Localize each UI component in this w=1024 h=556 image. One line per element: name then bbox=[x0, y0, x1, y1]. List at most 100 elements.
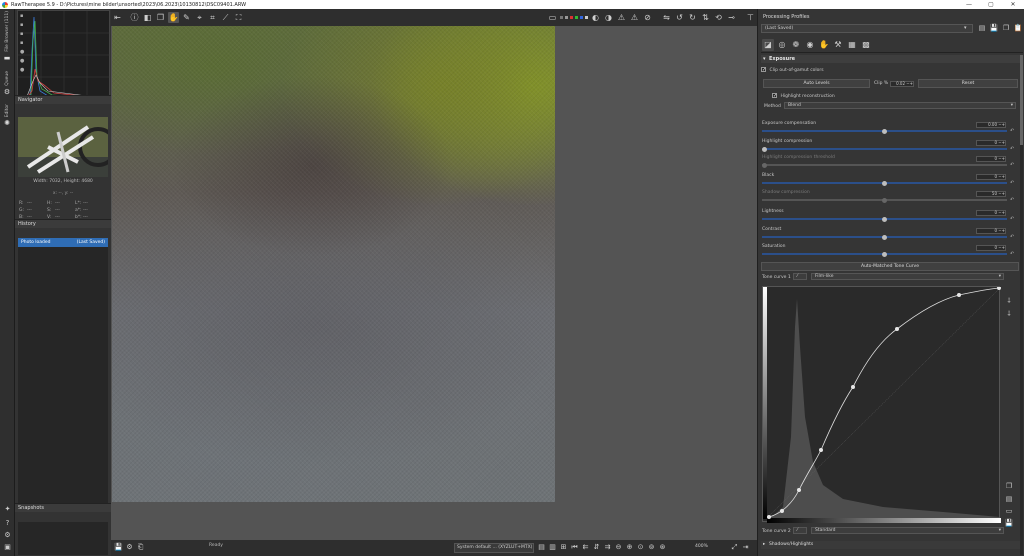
contrast-slider-knob[interactable] bbox=[882, 234, 887, 240]
histogram-luminance-toggle-icon[interactable]: ▪ bbox=[20, 40, 24, 46]
rotate-right-icon[interactable]: ↻ bbox=[687, 12, 698, 23]
hide-right-panel-icon[interactable]: ⇥ bbox=[741, 542, 751, 553]
tab-color-icon[interactable]: ❁ bbox=[790, 39, 802, 51]
tab-local-icon[interactable]: ✋ bbox=[818, 39, 830, 51]
fullscreen-icon[interactable]: ▣ bbox=[3, 543, 12, 552]
previous-image-icon[interactable]: ⇇ bbox=[581, 542, 591, 553]
lightness-slider-knob[interactable] bbox=[882, 216, 887, 222]
tone-curve-2-shape-combo[interactable]: ⁄ bbox=[793, 527, 807, 534]
histogram-green-toggle-icon[interactable]: ▪ bbox=[20, 22, 24, 28]
right-panel-scrollbar[interactable] bbox=[1020, 55, 1023, 555]
saturation-slider[interactable] bbox=[762, 251, 1007, 257]
saturation-input[interactable]: 0 bbox=[976, 245, 1006, 251]
curve-copy-icon[interactable]: ❐ bbox=[1004, 481, 1014, 491]
gamut-check-icon[interactable]: ⊘ bbox=[642, 12, 653, 23]
histogram-blue-toggle-icon[interactable]: ▪ bbox=[20, 31, 24, 37]
reset-button[interactable]: Reset bbox=[918, 79, 1018, 88]
highlight-compression-reset-icon[interactable]: ↶ bbox=[1010, 146, 1014, 152]
sync-image-icon[interactable]: ⇵ bbox=[592, 542, 602, 553]
first-image-icon[interactable]: ⏮ bbox=[570, 542, 580, 553]
black-reset-icon[interactable]: ↶ bbox=[1010, 180, 1014, 186]
zoom-out-icon[interactable]: ⊖ bbox=[614, 542, 624, 553]
exposure-section-header[interactable]: Exposure bbox=[761, 55, 1020, 63]
curve-paste-icon[interactable]: ▤ bbox=[1004, 494, 1014, 504]
preview-gray-swatch[interactable] bbox=[560, 16, 563, 19]
exposure-compensation-slider-knob[interactable] bbox=[882, 128, 887, 134]
clip-gamut-checkbox[interactable] bbox=[761, 66, 766, 75]
zoom-fit-crop-icon[interactable]: ⊛ bbox=[658, 542, 668, 553]
highlight-compression-threshold-reset-icon[interactable]: ↶ bbox=[1010, 162, 1014, 168]
highlight-recon-row[interactable]: Highlight reconstruction bbox=[772, 92, 1024, 101]
preview-green-swatch[interactable] bbox=[575, 16, 578, 19]
preferences-icon[interactable]: ⚙ bbox=[3, 531, 12, 540]
crop-tool-icon[interactable]: ⌗ bbox=[207, 12, 218, 23]
open-in-external-editor-icon[interactable]: ⎗ bbox=[136, 542, 146, 553]
new-detail-window-icon[interactable]: ⤢ bbox=[730, 542, 740, 553]
minimize-button[interactable]: — bbox=[958, 0, 980, 9]
method-combo[interactable]: Blend ▾ bbox=[784, 102, 1016, 109]
black-input[interactable]: 0 bbox=[976, 174, 1006, 180]
profile-paste-icon[interactable]: 📋 bbox=[1013, 23, 1023, 33]
straighten-icon[interactable]: ⊸ bbox=[726, 12, 737, 23]
processing-profile-combo[interactable]: (Last Saved) bbox=[761, 24, 973, 33]
navigator-thumbnail[interactable] bbox=[18, 117, 108, 177]
hand-tool-icon[interactable]: ✋ bbox=[168, 12, 179, 23]
preview-blue-swatch[interactable] bbox=[580, 16, 583, 19]
clip-percent-input[interactable]: 0.02 bbox=[890, 81, 914, 87]
output-profile-combo[interactable]: System default ... (XYZLUT+MTX) ▾ bbox=[454, 543, 534, 553]
info-icon[interactable]: ⓘ bbox=[129, 12, 140, 23]
histogram-raw-toggle-icon[interactable]: ● bbox=[20, 58, 24, 64]
hide-top-panel-icon[interactable]: ⊤ bbox=[745, 12, 756, 23]
next-image-icon[interactable]: ⇉ bbox=[603, 542, 613, 553]
highlight-compression-slider-knob[interactable] bbox=[762, 146, 767, 152]
highlight-clip-warning-icon[interactable]: ⚠ bbox=[616, 12, 627, 23]
white-balance-picker-icon[interactable]: ✎ bbox=[181, 12, 192, 23]
tab-file-browser[interactable]: File Browser (111) ▬ bbox=[1, 11, 13, 62]
help-icon[interactable]: ? bbox=[3, 519, 12, 528]
image-preview[interactable] bbox=[112, 26, 555, 502]
auto-matched-tone-curve-button[interactable]: Auto-Matched Tone Curve bbox=[761, 262, 1019, 271]
tab-advanced-icon[interactable]: ◉ bbox=[804, 39, 816, 51]
tab-queue[interactable]: Queue ⚙ bbox=[1, 71, 13, 96]
profile-save-icon[interactable]: 💾 bbox=[989, 23, 999, 33]
tone-curve-1-type-combo[interactable]: Film-like ▾ bbox=[811, 273, 1004, 280]
tab-detail-icon[interactable]: ◎ bbox=[776, 39, 788, 51]
soft-proof-icon[interactable]: ▤ bbox=[537, 542, 547, 553]
tab-raw-icon[interactable]: ▦ bbox=[846, 39, 858, 51]
before-after-icon[interactable]: ◧ bbox=[142, 12, 153, 23]
exposure-compensation-reset-icon[interactable]: ↶ bbox=[1010, 128, 1014, 134]
exposure-compensation-slider[interactable] bbox=[762, 128, 1007, 134]
tone-curve-2-type-combo[interactable]: Standard ▾ bbox=[811, 527, 1004, 534]
histogram-chroma-toggle-icon[interactable]: ● bbox=[20, 49, 24, 55]
black-slider-knob[interactable] bbox=[882, 180, 887, 186]
perspective-tool-icon[interactable]: ⛶ bbox=[233, 12, 244, 23]
save-image-icon[interactable]: 💾 bbox=[114, 542, 124, 553]
shadow-compression-reset-icon[interactable]: ↶ bbox=[1010, 197, 1014, 203]
lightness-input[interactable]: 0 bbox=[976, 210, 1006, 216]
black-slider[interactable] bbox=[762, 180, 1007, 186]
highlight-compression-input[interactable]: 0 bbox=[976, 140, 1006, 146]
profile-copy-icon[interactable]: ❐ bbox=[1001, 23, 1011, 33]
send-to-queue-icon[interactable]: ⚙ bbox=[125, 542, 135, 553]
shadow-clip-icon[interactable]: ◑ bbox=[603, 12, 614, 23]
tone-curve-editor[interactable] bbox=[762, 286, 1001, 523]
preview-focus-swatch[interactable] bbox=[585, 16, 588, 19]
history-item[interactable]: Photo loaded (Last Saved) bbox=[18, 238, 108, 247]
color-picker-icon[interactable]: ⌖ bbox=[194, 12, 205, 23]
zoom-in-icon[interactable]: ⊕ bbox=[625, 542, 635, 553]
zoom-fit-icon[interactable]: ⊙ bbox=[636, 542, 646, 553]
histogram-red-toggle-icon[interactable]: ▪ bbox=[20, 13, 24, 19]
highlight-compression-threshold-input[interactable]: 0 bbox=[976, 156, 1006, 162]
tab-transform-icon[interactable]: ⚒ bbox=[832, 39, 844, 51]
flip-horizontal-icon[interactable]: ⇋ bbox=[661, 12, 672, 23]
rotate-left-icon[interactable]: ↺ bbox=[674, 12, 685, 23]
close-button[interactable]: ✕ bbox=[1002, 0, 1024, 9]
tab-exposure-icon[interactable]: ◪ bbox=[762, 38, 774, 51]
zoom-100-icon[interactable]: ⊚ bbox=[647, 542, 657, 553]
rotate-icon[interactable]: ⟲ bbox=[713, 12, 724, 23]
gamut-warning-icon[interactable]: ▥ bbox=[548, 542, 558, 553]
contrast-input[interactable]: 0 bbox=[976, 228, 1006, 234]
preview-luminance-swatch[interactable] bbox=[565, 16, 568, 19]
histogram-bar-toggle-icon[interactable]: ● bbox=[20, 67, 24, 73]
lightness-slider[interactable] bbox=[762, 216, 1007, 222]
